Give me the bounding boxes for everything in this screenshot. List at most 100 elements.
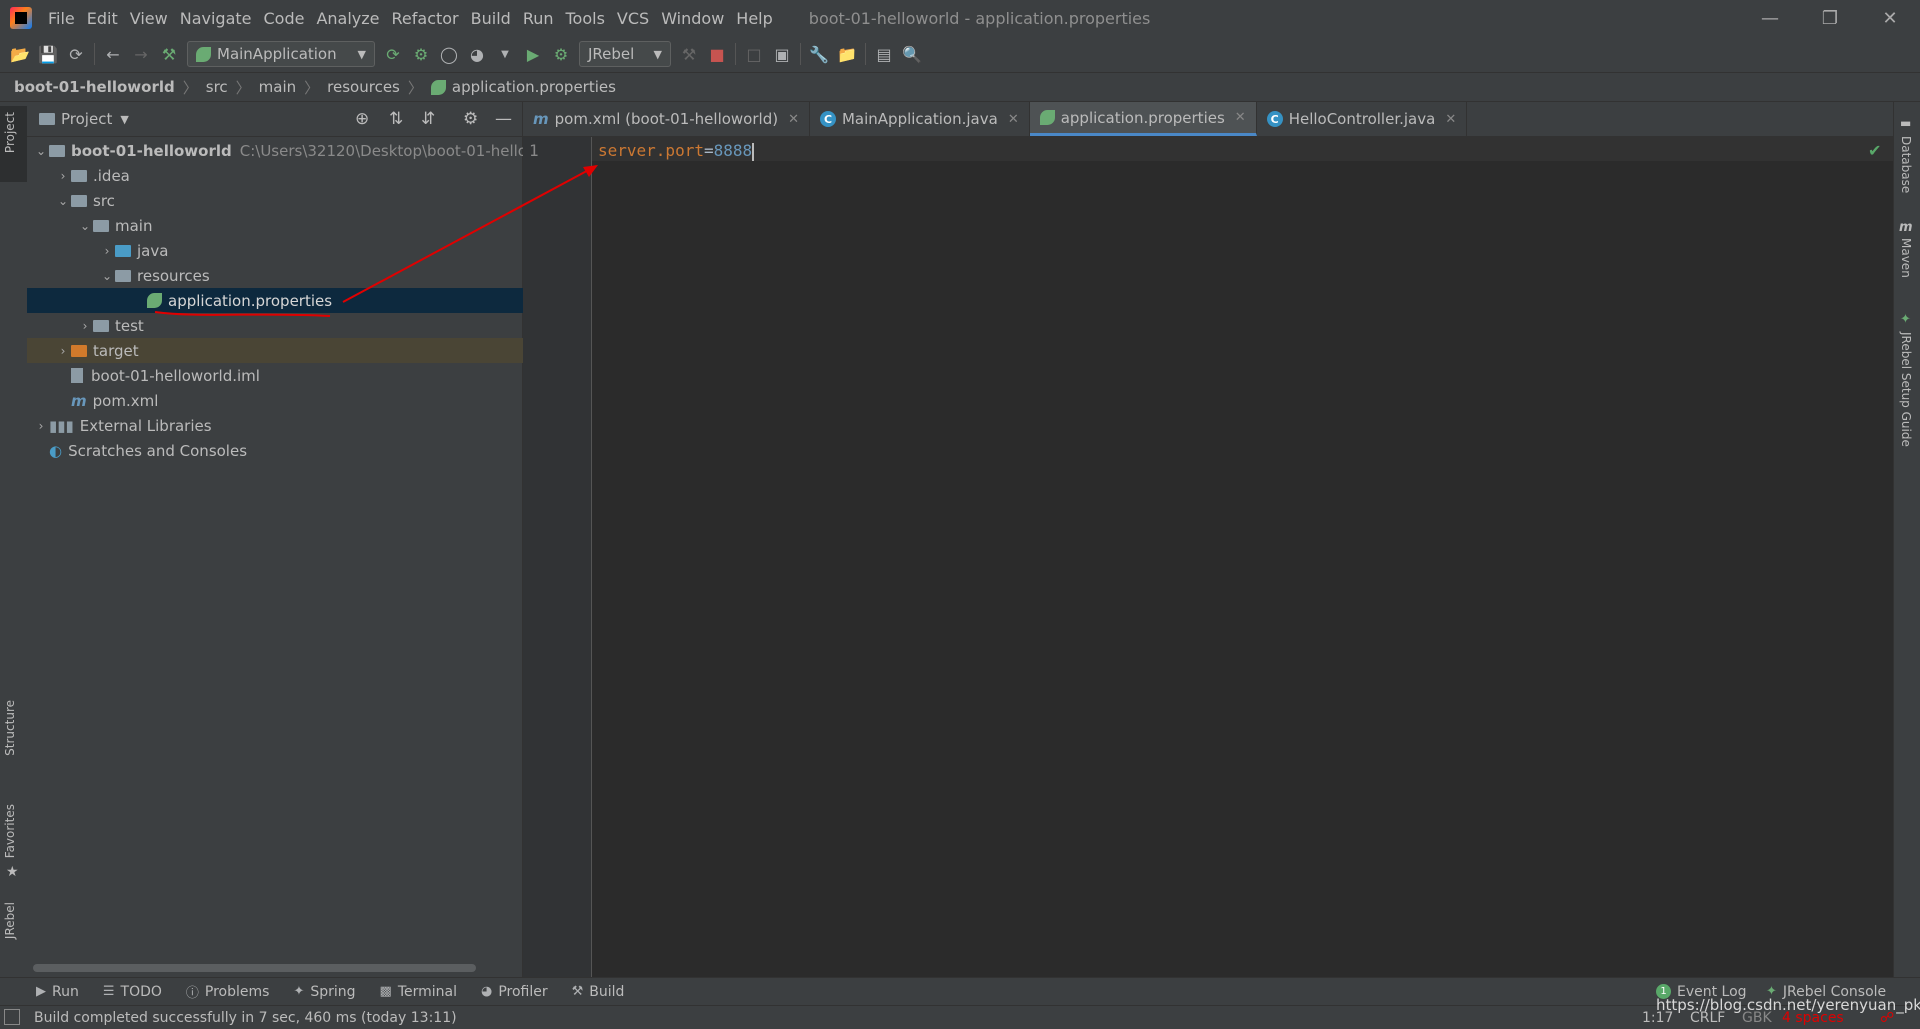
close-icon[interactable]: ✕ (1235, 110, 1246, 125)
collapse-all-icon[interactable]: ⇵ (421, 109, 435, 129)
project-view-label[interactable]: Project (61, 110, 112, 128)
structure-tool-tab[interactable]: Structure (3, 700, 17, 756)
tree-row-pom[interactable]: m pom.xml (27, 388, 566, 413)
debug-icon[interactable]: ⚙ (407, 40, 435, 68)
search-icon[interactable]: 🔍 (898, 40, 926, 68)
menu-window[interactable]: Window (655, 9, 730, 28)
horizontal-scrollbar[interactable] (33, 964, 476, 972)
jrebel-run-icon[interactable]: ▶ (519, 40, 547, 68)
stop-icon[interactable]: ■ (703, 40, 731, 68)
menu-build[interactable]: Build (465, 9, 517, 28)
close-icon[interactable]: ✕ (1008, 112, 1019, 127)
expand-all-icon[interactable]: ⇅ (389, 109, 403, 129)
tree-row-java[interactable]: › java (27, 238, 594, 263)
save-icon[interactable]: 💾 (34, 40, 62, 68)
tree-row-resources[interactable]: ⌄ resources (27, 263, 594, 288)
tree-row-test[interactable]: › test (27, 313, 572, 338)
device-icon[interactable]: □ (740, 40, 768, 68)
locate-file-icon[interactable]: ⊕ (355, 109, 369, 129)
event-log-tab[interactable]: 1 Event Log (1656, 984, 1747, 1000)
run-tool-tab[interactable]: ▶ Run (36, 984, 79, 1000)
menu-edit[interactable]: Edit (81, 9, 124, 28)
menu-refactor[interactable]: Refactor (386, 9, 465, 28)
menu-run[interactable]: Run (517, 9, 560, 28)
project-structure-icon[interactable]: ▣ (768, 40, 796, 68)
forward-arrow-icon[interactable]: → (127, 40, 155, 68)
jrebel-setup-guide-tab[interactable]: JRebel Setup Guide (1899, 332, 1913, 447)
favorites-tool-tab[interactable]: Favorites (3, 804, 17, 858)
jrebel-select[interactable]: JRebel ▼ (579, 41, 671, 67)
tab-application-properties[interactable]: application.properties ✕ (1029, 102, 1257, 136)
menu-help[interactable]: Help (730, 9, 778, 28)
database-tool-tab[interactable]: Database (1899, 136, 1913, 193)
menu-file[interactable]: File (42, 9, 81, 28)
file-encoding[interactable]: GBK (1742, 1010, 1772, 1026)
folder-settings-icon[interactable]: 📁 (833, 40, 861, 68)
restore-button[interactable]: ❐ (1800, 0, 1860, 36)
more-run-chevron-icon[interactable]: ▼ (491, 40, 519, 68)
jrebel-debug-icon[interactable]: ⚙ (547, 40, 575, 68)
indent-setting[interactable]: 4 spaces (1782, 1010, 1844, 1026)
chevron-right-icon[interactable]: › (33, 419, 49, 433)
tree-row-scratches[interactable]: ◐ Scratches and Consoles (27, 438, 544, 463)
problems-tool-tab[interactable]: ⓘ Problems (186, 982, 270, 1002)
lock-icon[interactable]: ☍ (1880, 1010, 1894, 1026)
menu-view[interactable]: View (124, 9, 174, 28)
tree-row-target[interactable]: › target (27, 338, 550, 363)
hammer-disabled-icon[interactable]: ⚒ (675, 40, 703, 68)
chevron-down-icon[interactable]: ⌄ (77, 219, 93, 233)
tree-row-iml[interactable]: boot-01-helloworld.iml (27, 363, 566, 388)
tree-row-idea[interactable]: › .idea (27, 163, 550, 188)
chevron-right-icon[interactable]: › (55, 169, 71, 183)
breadcrumb-main[interactable]: main (259, 78, 296, 96)
project-tool-tab[interactable]: Project (3, 112, 17, 153)
hide-panel-icon[interactable]: — (495, 109, 512, 129)
gear-icon[interactable]: ⚙ (463, 109, 478, 129)
breadcrumb-resources[interactable]: resources (327, 78, 400, 96)
chevron-right-icon[interactable]: › (99, 244, 115, 258)
terminal-tool-tab[interactable]: ▩ Terminal (380, 984, 457, 1000)
jrebel-console-tab[interactable]: ✦ JRebel Console (1766, 984, 1886, 1000)
chevron-down-icon[interactable]: ⌄ (55, 194, 71, 208)
close-icon[interactable]: ✕ (1445, 112, 1456, 127)
spring-tool-tab[interactable]: ✦ Spring (293, 984, 355, 1000)
rerun-icon[interactable]: ⟳ (379, 40, 407, 68)
breadcrumb-src[interactable]: src (206, 78, 228, 96)
tree-row-src[interactable]: ⌄ src (27, 188, 550, 213)
jrebel-tool-tab[interactable]: JRebel (3, 902, 17, 939)
maven-tool-tab[interactable]: Maven (1899, 238, 1913, 278)
profile-icon[interactable]: ◕ (463, 40, 491, 68)
coverage-icon[interactable]: ◯ (435, 40, 463, 68)
build-tool-tab[interactable]: ⚒ Build (572, 984, 625, 1000)
wrench-settings-icon[interactable]: 🔧 (805, 40, 833, 68)
breadcrumb-file[interactable]: application.properties (452, 78, 616, 96)
tab-main-application[interactable]: C MainApplication.java ✕ (810, 102, 1030, 136)
chevron-right-icon[interactable]: › (77, 319, 93, 333)
menu-vcs[interactable]: VCS (611, 9, 655, 28)
close-icon[interactable]: ✕ (788, 112, 799, 127)
build-hammer-icon[interactable]: ⚒ (155, 40, 183, 68)
open-folder-icon[interactable]: 📂 (6, 40, 34, 68)
tab-pom-xml[interactable]: m pom.xml (boot-01-helloworld) ✕ (523, 102, 810, 136)
menu-tools[interactable]: Tools (560, 9, 611, 28)
tree-row-root[interactable]: ⌄ boot-01-helloworld C:\Users\32120\Desk… (27, 138, 528, 163)
chevron-down-icon[interactable]: ▼ (120, 113, 128, 126)
chevron-right-icon[interactable]: › (55, 344, 71, 358)
menu-code[interactable]: Code (258, 9, 311, 28)
line-separator[interactable]: CRLF (1690, 1010, 1725, 1026)
code-line-1[interactable]: server.port=8888 (598, 141, 755, 161)
tree-row-external-libraries[interactable]: › ▮▮▮ External Libraries (27, 413, 528, 438)
code-editor[interactable]: server.port=8888 ✔ (592, 137, 1893, 977)
close-window-button[interactable]: ✕ (1860, 0, 1920, 36)
toggle-tool-windows-icon[interactable] (4, 1009, 20, 1025)
presentation-icon[interactable]: ▤ (870, 40, 898, 68)
back-arrow-icon[interactable]: ← (99, 40, 127, 68)
menu-analyze[interactable]: Analyze (310, 9, 385, 28)
profiler-tool-tab[interactable]: ◕ Profiler (481, 984, 548, 1000)
breadcrumb-project[interactable]: boot-01-helloworld (14, 78, 175, 96)
chevron-down-icon[interactable]: ⌄ (99, 269, 115, 283)
todo-tool-tab[interactable]: ☰ TODO (103, 984, 162, 1000)
tree-row-main[interactable]: ⌄ main (27, 213, 572, 238)
tab-hello-controller[interactable]: C HelloController.java ✕ (1257, 102, 1468, 136)
sync-icon[interactable]: ⟳ (62, 40, 90, 68)
